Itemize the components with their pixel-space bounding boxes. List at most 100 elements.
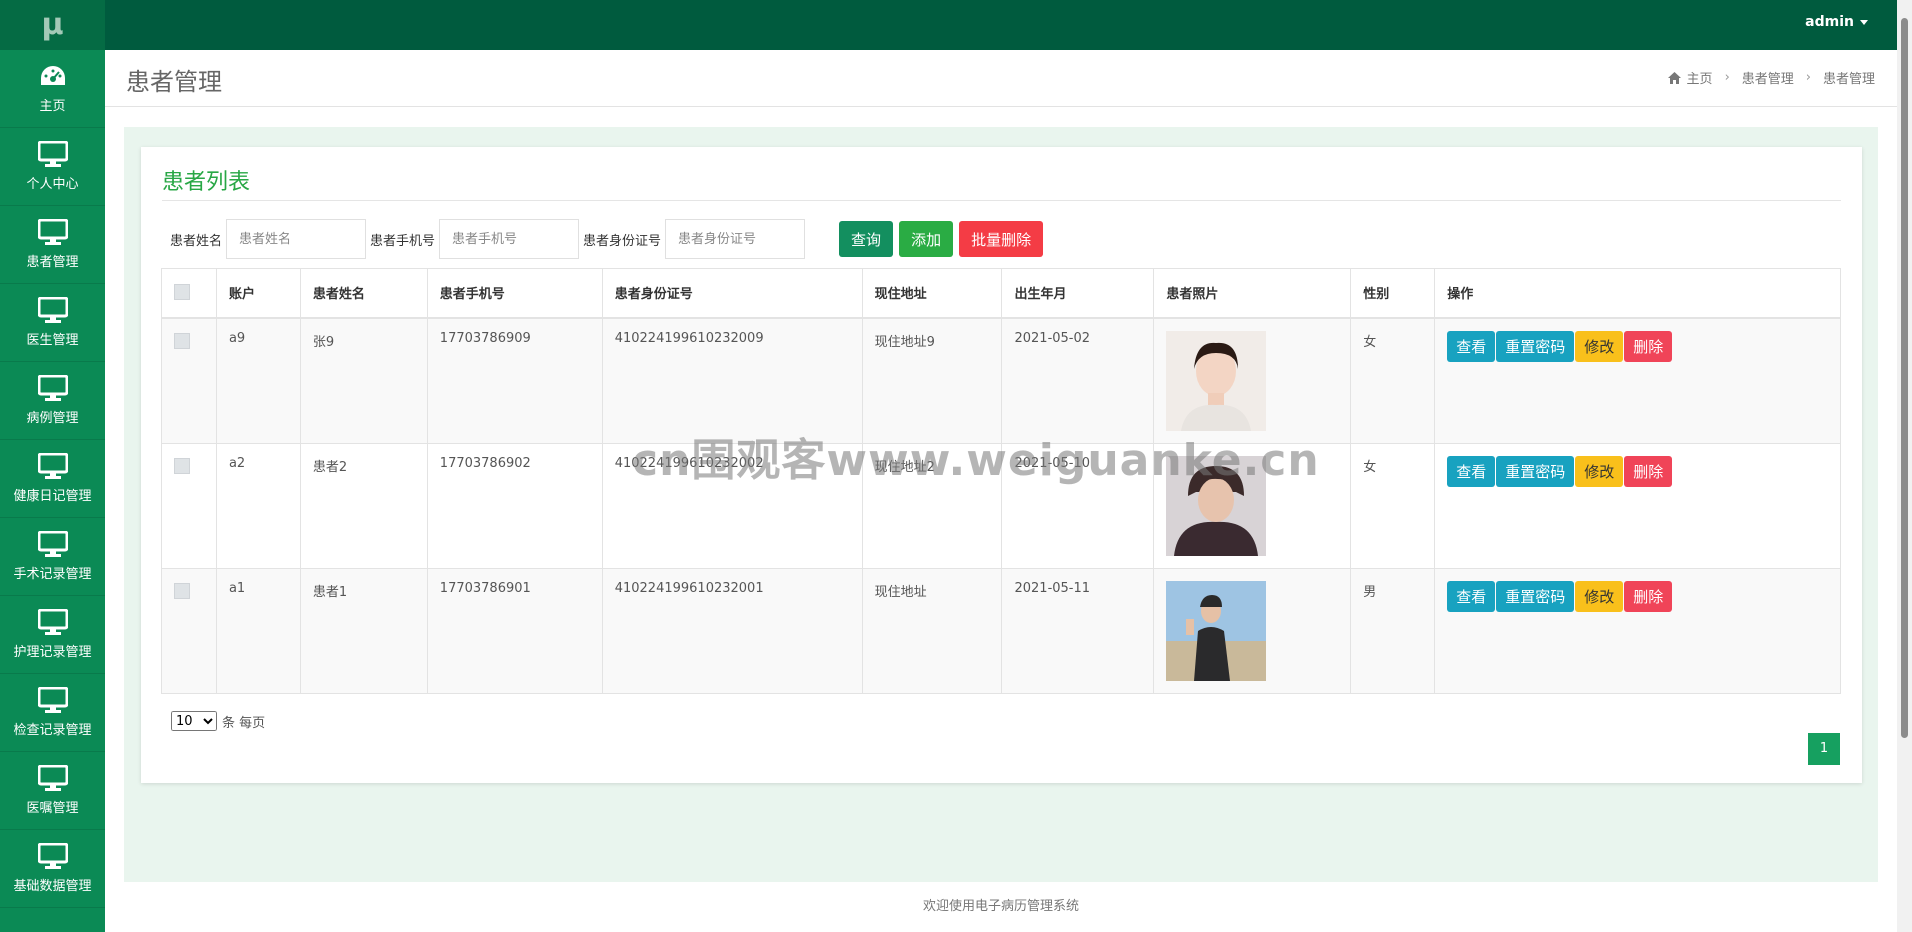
cell-actions: 查看 重置密码 修改 删除 xyxy=(1434,567,1841,694)
home-icon xyxy=(1667,71,1681,84)
sidebar-item-6[interactable]: 手术记录管理 xyxy=(0,518,105,596)
monitor-icon xyxy=(37,765,68,797)
cell-actions: 查看 重置密码 修改 删除 xyxy=(1434,442,1841,569)
panel-title: 患者列表 xyxy=(162,170,251,195)
bulk-delete-button[interactable]: 批量删除 xyxy=(959,221,1044,257)
cell-account: a1 xyxy=(215,567,301,694)
select-all-checkbox[interactable] xyxy=(174,283,190,300)
cell-phone: 17703786909 xyxy=(426,317,603,444)
column-header: 账户 xyxy=(215,268,301,319)
page-1-button[interactable]: 1 xyxy=(1808,733,1840,765)
breadcrumb-section[interactable]: 患者管理 xyxy=(1742,68,1794,87)
sidebar-item-0[interactable]: 主页 xyxy=(0,50,105,128)
cell-gender: 女 xyxy=(1350,317,1436,444)
edit-button[interactable]: 修改 xyxy=(1575,330,1624,362)
user-menu[interactable]: admin xyxy=(1805,0,1868,45)
sidebar-item-7[interactable]: 护理记录管理 xyxy=(0,596,105,674)
phone-label: 患者手机号 xyxy=(370,233,436,249)
delete-button[interactable]: 删除 xyxy=(1624,455,1673,487)
sidebar-item-label: 医嘱管理 xyxy=(26,801,79,816)
sidebar: μ 主页 个人中心 患者管理 医生管理 病例管理 健康日记管理 手术记录管理 护理记录管理 检查… xyxy=(0,0,105,932)
row-actions: 查看 重置密码 修改 删除 xyxy=(1447,455,1828,487)
patient-photo xyxy=(1166,580,1338,681)
sidebar-item-9[interactable]: 医嘱管理 xyxy=(0,752,105,830)
scroll-thumb[interactable] xyxy=(1901,18,1908,738)
cell-photo xyxy=(1153,567,1352,694)
name-label: 患者姓名 xyxy=(170,233,223,249)
sidebar-item-label: 健康日记管理 xyxy=(13,489,92,504)
topbar: admin xyxy=(105,0,1912,50)
sidebar-item-5[interactable]: 健康日记管理 xyxy=(0,440,105,518)
edit-button[interactable]: 修改 xyxy=(1575,455,1624,487)
row-select-cell xyxy=(161,442,217,569)
sidebar-item-label: 患者管理 xyxy=(26,255,79,270)
patient-photo xyxy=(1166,330,1338,431)
sidebar-item-4[interactable]: 病例管理 xyxy=(0,362,105,440)
cell-phone: 17703786901 xyxy=(426,567,603,694)
dashboard-icon xyxy=(38,63,68,95)
sidebar-item-label: 检查记录管理 xyxy=(13,723,92,738)
monitor-icon xyxy=(37,375,68,407)
page-size-select[interactable]: 10 xyxy=(171,711,217,731)
view-button[interactable]: 查看 xyxy=(1447,455,1496,487)
page-title: 患者管理 xyxy=(126,68,222,96)
row-checkbox[interactable] xyxy=(174,457,190,474)
cell-idno: 410224199610232001 xyxy=(601,567,863,694)
cell-name: 患者1 xyxy=(299,567,428,694)
row-actions: 查看 重置密码 修改 删除 xyxy=(1447,580,1828,612)
sidebar-item-label: 主页 xyxy=(39,99,66,114)
sidebar-item-label: 手术记录管理 xyxy=(13,567,92,582)
delete-button[interactable]: 删除 xyxy=(1624,580,1673,612)
name-input[interactable] xyxy=(226,219,367,259)
query-button[interactable]: 查询 xyxy=(839,221,894,257)
reset-password-button[interactable]: 重置密码 xyxy=(1496,580,1575,612)
sidebar-item-label: 护理记录管理 xyxy=(13,645,92,660)
sidebar-item-label: 病例管理 xyxy=(26,411,79,426)
cell-account: a9 xyxy=(215,317,301,444)
delete-button[interactable]: 删除 xyxy=(1624,330,1673,362)
column-header: 患者手机号 xyxy=(426,268,603,319)
id-input[interactable] xyxy=(665,219,806,259)
breadcrumb-separator: › xyxy=(1805,70,1811,85)
select-all-cell xyxy=(161,268,217,319)
breadcrumb-current: 患者管理 xyxy=(1822,72,1875,87)
sidebar-item-2[interactable]: 患者管理 xyxy=(0,206,105,284)
sidebar-item-3[interactable]: 医生管理 xyxy=(0,284,105,362)
row-checkbox[interactable] xyxy=(174,582,190,599)
id-label: 患者身份证号 xyxy=(583,233,662,249)
breadcrumb: 主页 › 患者管理 › 患者管理 xyxy=(1667,68,1875,87)
add-button[interactable]: 添加 xyxy=(899,221,954,257)
column-header: 现住地址 xyxy=(861,268,1003,319)
reset-password-button[interactable]: 重置密码 xyxy=(1496,330,1575,362)
scrollbar[interactable] xyxy=(1897,0,1912,932)
reset-password-button[interactable]: 重置密码 xyxy=(1496,455,1575,487)
phone-input[interactable] xyxy=(439,219,580,259)
sidebar-item-label: 个人中心 xyxy=(26,177,79,192)
monitor-icon xyxy=(37,843,68,875)
cell-birth: 2021-05-11 xyxy=(1001,567,1155,694)
cell-actions: 查看 重置密码 修改 删除 xyxy=(1434,317,1841,444)
monitor-icon xyxy=(37,609,68,641)
breadcrumb-home[interactable]: 主页 xyxy=(1687,68,1713,87)
sidebar-item-10[interactable]: 基础数据管理 xyxy=(0,830,105,908)
cell-phone: 17703786902 xyxy=(426,442,603,569)
search-form: 患者姓名 患者手机号 患者身份证号 查询 添加 批量删除 xyxy=(170,219,1049,259)
table-header-row: 账户 患者姓名 患者手机号 患者身份证号 现住地址 出生年月 患者照片 性别 操… xyxy=(161,268,1841,319)
column-header: 患者身份证号 xyxy=(601,268,863,319)
row-select-cell xyxy=(161,567,217,694)
sidebar-item-8[interactable]: 检查记录管理 xyxy=(0,674,105,752)
column-header: 患者姓名 xyxy=(299,268,428,319)
edit-button[interactable]: 修改 xyxy=(1575,580,1624,612)
divider xyxy=(162,200,1841,201)
column-header: 性别 xyxy=(1350,268,1436,319)
view-button[interactable]: 查看 xyxy=(1447,330,1496,362)
caret-down-icon xyxy=(1860,19,1868,25)
sidebar-item-label: 基础数据管理 xyxy=(13,879,92,894)
view-button[interactable]: 查看 xyxy=(1447,580,1496,612)
user-name: admin xyxy=(1805,14,1854,30)
monitor-icon xyxy=(37,531,68,563)
sidebar-item-1[interactable]: 个人中心 xyxy=(0,128,105,206)
monitor-icon xyxy=(37,297,68,329)
row-checkbox[interactable] xyxy=(174,332,190,349)
watermark: cn围观客www.weiguanke.cn xyxy=(632,435,1320,486)
